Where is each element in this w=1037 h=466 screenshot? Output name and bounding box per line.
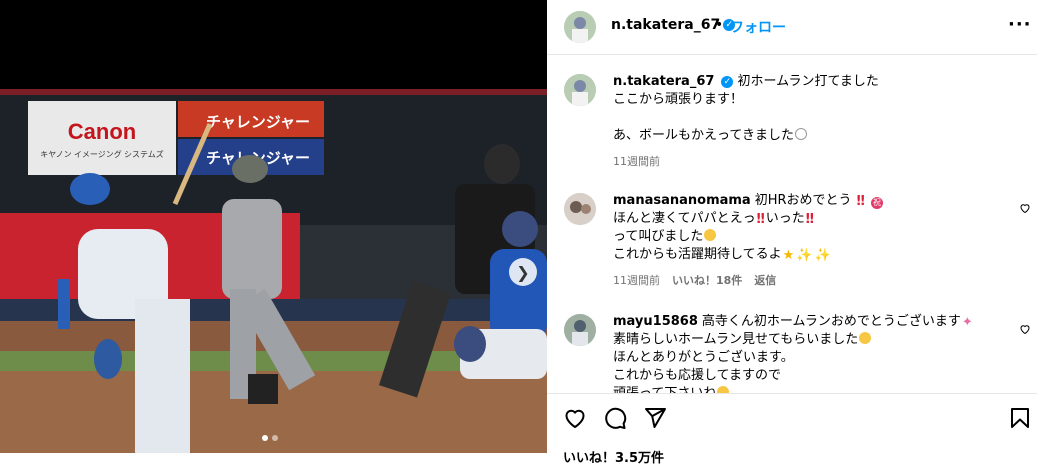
verified-badge-icon: ✓ <box>721 75 734 88</box>
sign-canon: Canon <box>68 119 136 144</box>
caption-meta: 11週間前 <box>613 153 672 169</box>
sign-canon-sub: キヤノン イメージング システムズ <box>40 149 163 159</box>
share-icon[interactable] <box>643 406 667 430</box>
post-header: n.takatera_67 ✓ • フォロー ··· <box>547 0 1037 55</box>
like-count[interactable]: いいね！3.5万件 <box>563 447 664 466</box>
comment-username[interactable]: mayu15868 <box>613 314 698 329</box>
bookmark-icon[interactable] <box>1008 406 1032 430</box>
comment-icon[interactable] <box>603 406 627 430</box>
comment-line: 高寺くん初ホームランおめでとうございます <box>701 314 961 329</box>
next-image-button[interactable]: ❯ <box>509 258 537 286</box>
comment-line: これからも活躍期待してるよ <box>613 247 782 262</box>
comment-username[interactable]: manasananomama <box>613 193 751 208</box>
baseball-photo: Canon キヤノン イメージング システムズ チャレンジャー チャレンジャー <box>0 89 547 453</box>
double-exclamation-icon: ‼ <box>856 194 865 209</box>
party-popper-icon: ✦ <box>961 315 973 330</box>
action-bar: いいね！3.5万件 <box>547 393 1037 466</box>
username-text[interactable]: n.takatera_67 <box>611 17 720 33</box>
comment-line: いった <box>765 211 805 226</box>
caption-time: 11週間前 <box>613 155 660 168</box>
comment-like-heart-icon[interactable] <box>1019 202 1031 214</box>
comment-line: ほんと凄くてパパとえっ <box>613 211 756 226</box>
comment-line: 初HRおめでとう <box>754 193 852 208</box>
star-emoji-icon: ★ <box>782 248 795 263</box>
heart-icon[interactable] <box>563 406 587 430</box>
chevron-right-icon: ❯ <box>516 262 530 282</box>
comment-line: 素晴らしいホームラン見せてもらいました <box>613 332 859 347</box>
avatar[interactable] <box>564 314 596 346</box>
avatar[interactable] <box>564 193 596 225</box>
baseball-emoji-icon <box>794 128 807 140</box>
comment-line: ほんとありがとうございます。 <box>613 350 794 365</box>
face-emoji-icon <box>859 332 872 344</box>
comment-line: って叫びました <box>613 229 704 244</box>
comment-time: 11週間前 <box>613 274 660 287</box>
caption-line: ここから頑張ります！ <box>613 92 744 107</box>
reply-button[interactable]: 返信 <box>754 274 776 287</box>
sign-challenger-1: チャレンジャー <box>206 114 310 131</box>
carousel-dot <box>272 435 278 441</box>
carousel-dot-active <box>262 435 268 441</box>
comment-line: これからも応援してますので <box>613 368 781 383</box>
post-media[interactable]: Canon キヤノン イメージング システムズ チャレンジャー チャレンジャー <box>0 0 547 453</box>
avatar[interactable] <box>564 74 596 106</box>
comment-likes[interactable]: いいね！18件 <box>672 274 742 287</box>
celebration-badge-icon: 祝 <box>870 197 883 209</box>
comment-meta: 11週間前 いいね！18件 返信 <box>613 272 788 288</box>
double-exclamation-icon: ‼ <box>756 212 765 227</box>
separator-dot: • <box>715 17 724 33</box>
caption-line: あ、ボールもかえってきました <box>613 128 794 143</box>
sparkles-icon: ✨ <box>796 248 813 263</box>
comment-text: mayu15868 高寺くん初ホームランおめでとうございます✦ 素晴らしいホームラ… <box>613 313 1005 403</box>
caption-line: 初ホームラン打てました <box>737 74 879 89</box>
more-icon[interactable]: ··· <box>1008 14 1032 35</box>
sparkles-icon: ✨ <box>814 248 831 263</box>
face-emoji-icon <box>704 229 717 241</box>
avatar[interactable] <box>564 11 596 43</box>
carousel-dots <box>262 435 278 441</box>
double-exclamation-icon: ‼ <box>805 212 814 227</box>
comment-text: manasananomama 初HRおめでとう ‼ 祝 ほんと凄くてパパとえっ‼い… <box>613 192 1005 264</box>
post-sidebar: n.takatera_67 ✓ • フォロー ··· n.takatera_67 ✓… <box>547 0 1037 466</box>
follow-button[interactable]: フォロー <box>730 17 786 37</box>
caption-username[interactable]: n.takatera_67 <box>613 74 714 89</box>
caption-text: n.takatera_67 ✓ 初ホームラン打てました ここから頑張ります！ あ、… <box>613 73 1005 145</box>
comment-like-heart-icon[interactable] <box>1019 323 1031 335</box>
